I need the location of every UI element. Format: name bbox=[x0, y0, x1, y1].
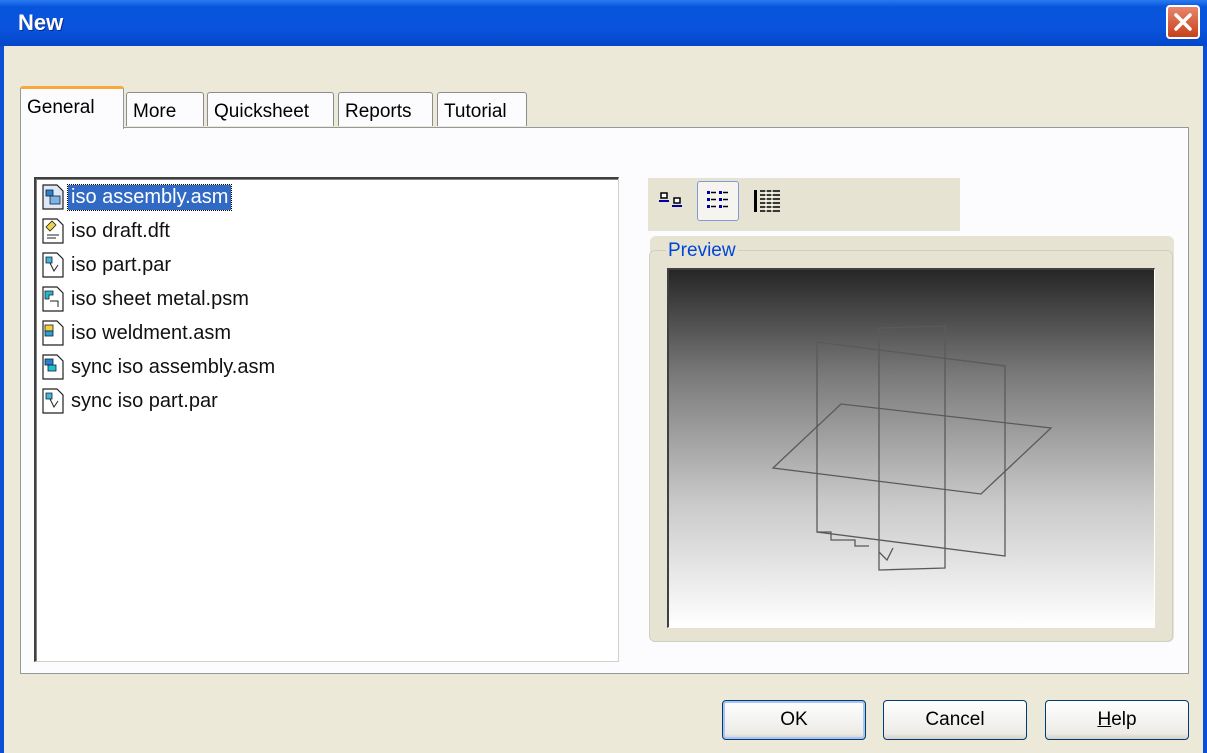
assembly-file-icon bbox=[42, 354, 64, 380]
tab-tutorial[interactable]: Tutorial bbox=[437, 92, 527, 126]
file-name: sync iso assembly.asm bbox=[71, 355, 276, 378]
view-mode-toolbar bbox=[648, 178, 960, 231]
ok-label: OK bbox=[780, 709, 808, 730]
tab-label: General bbox=[27, 97, 95, 118]
help-button[interactable]: Help bbox=[1045, 700, 1189, 740]
cancel-button[interactable]: Cancel bbox=[883, 700, 1027, 740]
title-bar[interactable]: New bbox=[0, 0, 1207, 46]
tab-label: Quicksheet bbox=[214, 101, 310, 122]
large-icons-view-icon bbox=[659, 192, 682, 207]
assembly-file-icon bbox=[42, 184, 64, 210]
help-label: elp bbox=[1111, 709, 1137, 730]
close-button[interactable] bbox=[1166, 5, 1200, 39]
assembly-reference-planes-preview bbox=[771, 325, 1053, 571]
draft-file-icon bbox=[42, 218, 64, 244]
file-name: iso sheet metal.psm bbox=[71, 287, 249, 310]
list-item[interactable]: iso part.par bbox=[40, 249, 174, 281]
list-item[interactable]: iso weldment.asm bbox=[40, 317, 234, 349]
tab-reports[interactable]: Reports bbox=[338, 92, 433, 126]
tab-label: More bbox=[133, 101, 177, 122]
list-view-icon bbox=[707, 191, 728, 208]
file-name: sync iso part.par bbox=[71, 389, 218, 412]
part-file-icon bbox=[42, 252, 64, 278]
file-name: iso assembly.asm bbox=[66, 183, 233, 211]
list-item[interactable]: sync iso assembly.asm bbox=[40, 351, 278, 383]
help-mnemonic: H bbox=[1097, 709, 1112, 730]
close-icon bbox=[1174, 13, 1192, 31]
preview-label: Preview bbox=[666, 240, 738, 262]
list-item[interactable]: iso sheet metal.psm bbox=[40, 283, 252, 315]
list-view-button[interactable] bbox=[697, 181, 739, 221]
preview-image bbox=[667, 268, 1155, 628]
tab-more[interactable]: More bbox=[126, 92, 204, 126]
details-view-icon bbox=[754, 190, 780, 212]
file-name: iso weldment.asm bbox=[71, 321, 232, 344]
ok-button[interactable]: OK bbox=[722, 700, 866, 740]
list-item[interactable]: sync iso part.par bbox=[40, 385, 221, 417]
details-view-button[interactable] bbox=[746, 181, 788, 221]
template-file-list[interactable]: iso assembly.asm iso draft.dft iso part.… bbox=[34, 177, 619, 662]
file-name: iso part.par bbox=[71, 253, 172, 276]
tab-label: Reports bbox=[345, 101, 412, 122]
tab-label: Tutorial bbox=[444, 101, 507, 122]
part-file-icon bbox=[42, 388, 64, 414]
large-icons-view-button[interactable] bbox=[650, 181, 692, 221]
file-name: iso draft.dft bbox=[71, 219, 170, 242]
tab-general[interactable]: General bbox=[20, 86, 124, 129]
list-item[interactable]: iso draft.dft bbox=[40, 215, 173, 247]
weldment-file-icon bbox=[42, 320, 64, 346]
cancel-label: Cancel bbox=[925, 709, 985, 730]
tab-quicksheet[interactable]: Quicksheet bbox=[207, 92, 334, 126]
list-item[interactable]: iso assembly.asm bbox=[40, 181, 233, 213]
dialog-title: New bbox=[18, 10, 64, 35]
sheet-metal-file-icon bbox=[42, 286, 64, 312]
